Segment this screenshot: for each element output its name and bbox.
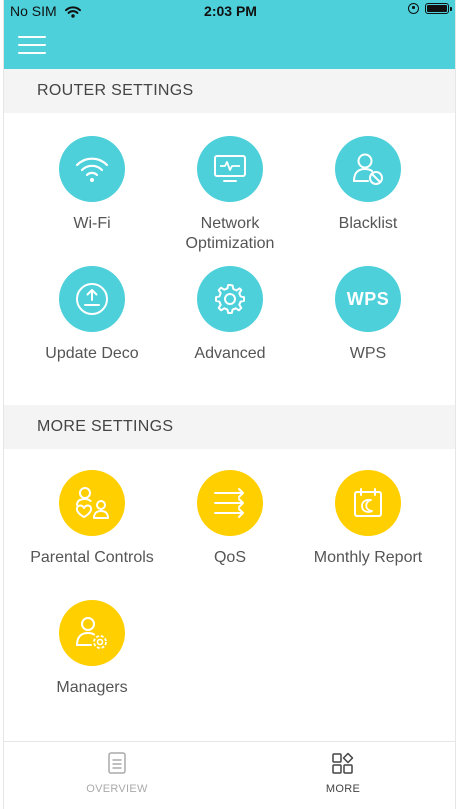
calendar-icon [335, 470, 401, 536]
user-gear-icon [59, 600, 125, 666]
app-screen: No SIM 2:03 PM ROUTER SETTINGS Wi-Fi Net… [3, 0, 456, 809]
wps-icon: WPS [335, 266, 401, 332]
wifi-icon [59, 136, 125, 202]
wps-label: WPS [349, 345, 387, 362]
more-settings-title: MORE SETTINGS [37, 418, 174, 435]
gear-icon [197, 266, 263, 332]
router-settings-header: ROUTER SETTINGS [4, 69, 455, 113]
clock: 2:03 PM [204, 3, 257, 19]
wifi-label: Wi-Fi [73, 215, 111, 232]
network-optimization-tile[interactable]: Network Optimization [155, 136, 305, 254]
parental-controls-tile[interactable]: Parental Controls [17, 470, 167, 568]
network-optimization-label: Network Optimization [185, 215, 275, 252]
monthly-report-tile[interactable]: Monthly Report [293, 470, 443, 568]
blacklist-tile[interactable]: Blacklist [293, 136, 443, 234]
family-icon [59, 470, 125, 536]
wifi-tile[interactable]: Wi-Fi [17, 136, 167, 234]
status-bar: No SIM 2:03 PM [4, 0, 455, 22]
tab-more-label: MORE [325, 783, 361, 795]
advanced-tile[interactable]: Advanced [155, 266, 305, 364]
blacklist-label: Blacklist [338, 215, 398, 232]
status-right [408, 3, 452, 14]
battery-icon [425, 3, 452, 14]
more-settings-header: MORE SETTINGS [4, 405, 455, 449]
upload-icon [59, 266, 125, 332]
tab-overview[interactable]: OVERVIEW [42, 752, 192, 795]
rotation-lock-icon [408, 3, 419, 14]
wps-tile[interactable]: WPS WPS [293, 266, 443, 364]
tab-overview-label: OVERVIEW [86, 783, 148, 795]
hamburger-menu-button[interactable] [18, 36, 46, 58]
user-blocked-icon [335, 136, 401, 202]
qos-tile[interactable]: QoS [155, 470, 305, 568]
monthly-report-label: Monthly Report [313, 549, 423, 566]
qos-arrows-icon [197, 470, 263, 536]
update-deco-tile[interactable]: Update Deco [17, 266, 167, 364]
monitor-pulse-icon [197, 136, 263, 202]
tab-more[interactable]: MORE [268, 752, 418, 795]
advanced-label: Advanced [194, 345, 266, 362]
update-deco-label: Update Deco [45, 345, 139, 362]
managers-label: Managers [56, 679, 128, 696]
bottom-tab-bar: OVERVIEW MORE [4, 741, 455, 809]
grid-more-icon [332, 752, 354, 774]
header-bar: No SIM 2:03 PM [4, 0, 455, 69]
parental-controls-label: Parental Controls [30, 549, 154, 566]
document-list-icon [108, 752, 126, 774]
wps-icon-text: WPS [346, 288, 390, 309]
qos-label: QoS [213, 549, 246, 566]
router-settings-title: ROUTER SETTINGS [37, 82, 194, 99]
managers-tile[interactable]: Managers [17, 600, 167, 698]
